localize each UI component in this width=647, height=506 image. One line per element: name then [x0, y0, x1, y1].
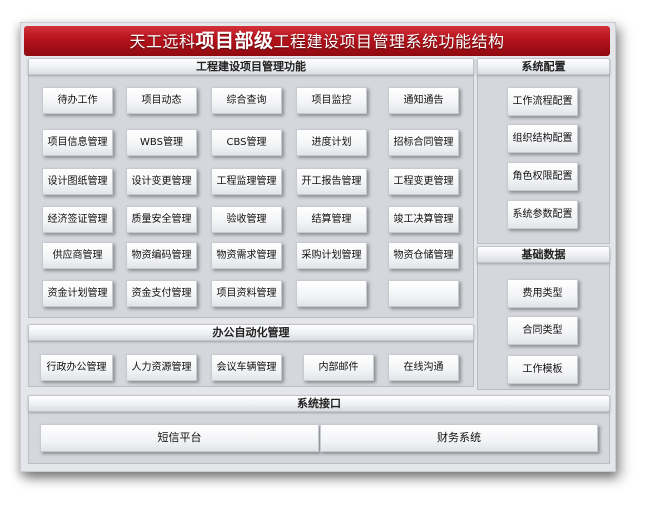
function-button[interactable]: 物资编码管理	[126, 242, 197, 269]
function-button[interactable]: 验收管理	[211, 206, 282, 233]
sms-platform-button[interactable]: 短信平台	[40, 424, 319, 452]
basic-data-button[interactable]: 工作模板	[507, 355, 578, 384]
basic-data-button[interactable]: 费用类型	[507, 279, 578, 308]
office-function-button[interactable]: 人力资源管理	[126, 354, 197, 381]
function-button[interactable]: 项目资料管理	[211, 280, 282, 307]
function-button[interactable]: 资金支付管理	[126, 280, 197, 307]
function-button[interactable]: 招标合同管理	[388, 129, 459, 156]
function-button[interactable]: 经济签证管理	[42, 206, 113, 233]
function-button[interactable]: 开工报告管理	[296, 168, 367, 195]
basic-data-header: 基础数据	[477, 246, 610, 263]
title-suffix: 工程建设项目管理系统功能结构	[273, 32, 505, 51]
empty-function-button[interactable]	[296, 280, 367, 307]
function-button[interactable]: 采购计划管理	[296, 242, 367, 269]
function-button[interactable]: 进度计划	[296, 129, 367, 156]
function-button[interactable]: CBS管理	[211, 129, 282, 156]
function-button[interactable]: 资金计划管理	[42, 280, 113, 307]
function-button[interactable]: 通知通告	[388, 87, 459, 114]
function-button[interactable]: 设计图纸管理	[42, 168, 113, 195]
function-button[interactable]: 物资需求管理	[211, 242, 282, 269]
function-button[interactable]: WBS管理	[126, 129, 197, 156]
system-config-button[interactable]: 工作流程配置	[507, 87, 578, 116]
title-prefix: 天工远科	[129, 32, 196, 51]
title-highlight: 项目部级	[195, 30, 274, 52]
function-button[interactable]: 质量安全管理	[126, 206, 197, 233]
title-banner: 天工远科项目部级工程建设项目管理系统功能结构	[24, 26, 610, 56]
function-button[interactable]: 项目信息管理	[42, 129, 113, 156]
function-button[interactable]: 工程变更管理	[388, 168, 459, 195]
finance-system-button[interactable]: 财务系统	[320, 424, 598, 452]
system-config-button[interactable]: 角色权限配置	[507, 162, 578, 191]
system-config-button[interactable]: 系统参数配置	[507, 200, 578, 229]
main-function-header: 工程建设项目管理功能	[28, 58, 474, 75]
function-button[interactable]: 物资仓储管理	[388, 242, 459, 269]
office-function-button[interactable]: 内部邮件	[303, 354, 374, 381]
function-button[interactable]: 结算管理	[296, 206, 367, 233]
office-function-button[interactable]: 在线沟通	[388, 354, 459, 381]
system-config-button[interactable]: 组织结构配置	[507, 124, 578, 153]
function-button[interactable]: 综合查询	[211, 87, 282, 114]
function-button[interactable]: 待办工作	[42, 87, 113, 114]
interface-header: 系统接口	[28, 395, 610, 412]
function-button[interactable]: 设计变更管理	[126, 168, 197, 195]
function-button[interactable]: 项目动态	[126, 87, 197, 114]
system-config-header: 系统配置	[477, 58, 610, 75]
office-header: 办公自动化管理	[28, 324, 474, 341]
function-button[interactable]: 供应商管理	[42, 242, 113, 269]
function-button[interactable]: 项目监控	[296, 87, 367, 114]
function-button[interactable]: 竣工决算管理	[388, 206, 459, 233]
office-function-button[interactable]: 会议车辆管理	[211, 354, 282, 381]
function-button[interactable]: 工程监理管理	[211, 168, 282, 195]
empty-function-button[interactable]	[388, 280, 459, 307]
office-function-button[interactable]: 行政办公管理	[40, 354, 113, 381]
basic-data-button[interactable]: 合同类型	[507, 316, 578, 345]
